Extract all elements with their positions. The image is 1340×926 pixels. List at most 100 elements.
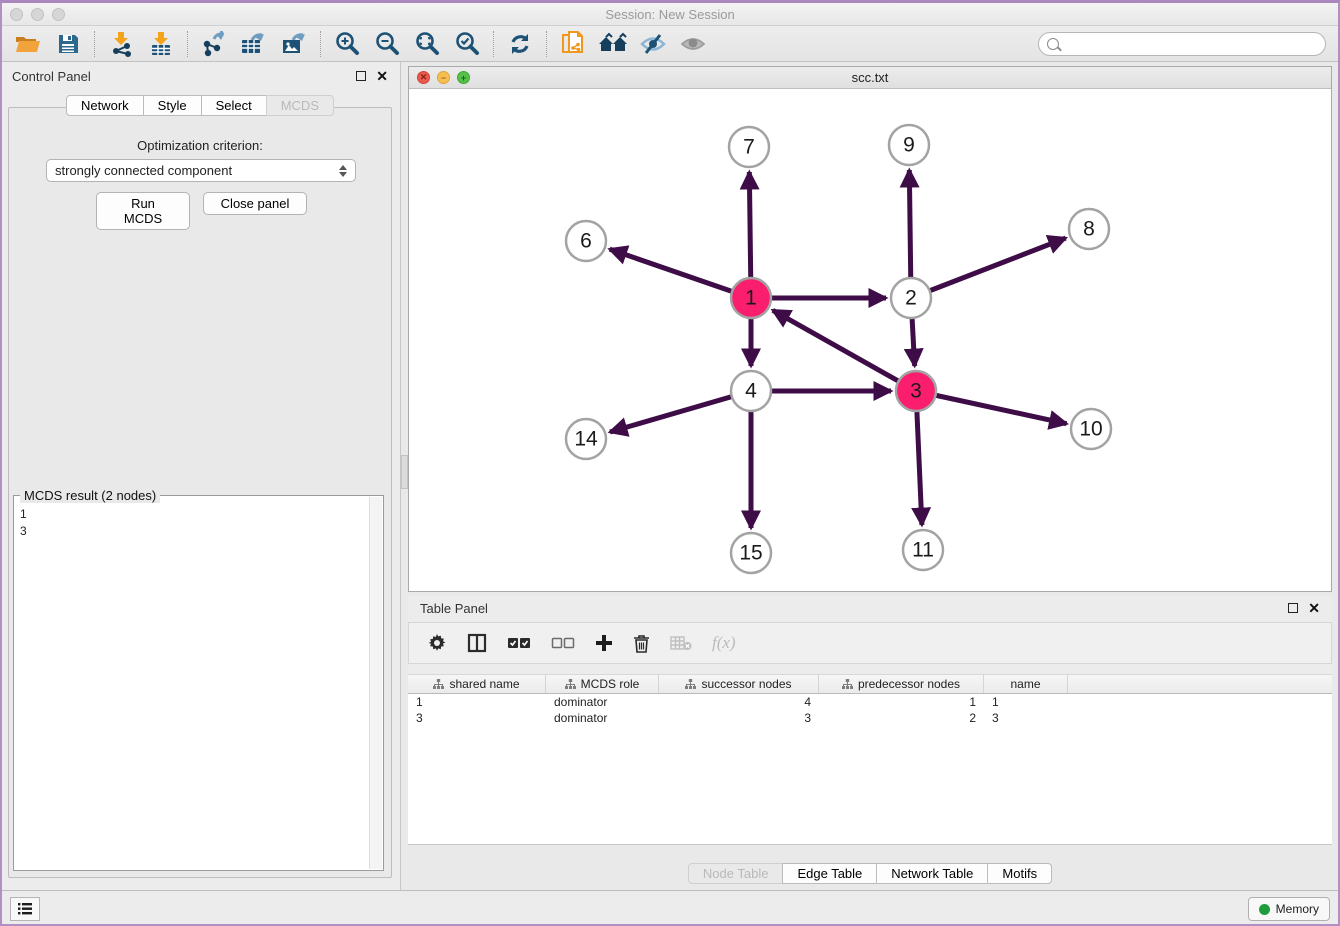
hide-panel-eye-icon[interactable]: [633, 29, 673, 59]
delete-row-trash-icon[interactable]: [633, 634, 650, 653]
table-panel-title: Table Panel: [420, 601, 1288, 616]
column-header-name[interactable]: name: [984, 675, 1068, 693]
search-box[interactable]: [1038, 32, 1326, 56]
optimization-dropdown[interactable]: strongly connected component: [46, 159, 356, 182]
table-row[interactable]: 3dominator323: [408, 710, 1332, 726]
zoom-selected-icon[interactable]: [447, 29, 487, 59]
add-row-icon[interactable]: [595, 634, 613, 652]
network-zoom-button[interactable]: +: [457, 71, 470, 84]
tab-style[interactable]: Style: [143, 95, 202, 116]
split-divider-handle[interactable]: [401, 455, 408, 489]
table-cell[interactable]: 1: [408, 695, 546, 709]
tab-network-table[interactable]: Network Table: [876, 863, 988, 884]
app-titlebar: Session: New Session: [0, 3, 1340, 26]
table-cell[interactable]: 1: [984, 695, 1068, 709]
delete-table-icon: [670, 635, 692, 651]
zoom-in-icon[interactable]: [327, 29, 367, 59]
split-columns-icon[interactable]: [467, 633, 487, 653]
optimization-label: Optimization criterion:: [9, 138, 391, 153]
chevron-updown-icon: [339, 165, 347, 177]
edge-1-6[interactable]: [610, 249, 751, 298]
network-canvas[interactable]: 7968124314101511: [409, 89, 1331, 591]
table-close-panel-icon[interactable]: ✕: [1308, 600, 1320, 617]
app-zoom-button[interactable]: [52, 8, 65, 21]
control-panel-tabs: NetworkStyleSelectMCDS: [0, 95, 400, 116]
unselect-all-columns-icon[interactable]: [551, 636, 575, 650]
close-panel-button[interactable]: Close panel: [203, 192, 307, 215]
search-icon: [1047, 38, 1059, 50]
column-header-successor-nodes[interactable]: successor nodes: [659, 675, 819, 693]
select-all-columns-icon[interactable]: [507, 636, 531, 650]
table-cell[interactable]: 3: [984, 711, 1068, 725]
app-minimize-button[interactable]: [31, 8, 44, 21]
zoom-fit-icon[interactable]: [407, 29, 447, 59]
memory-button[interactable]: Memory: [1248, 897, 1330, 921]
column-header-label: MCDS role: [581, 677, 640, 691]
table-cell[interactable]: 4: [659, 695, 819, 709]
gear-icon[interactable]: [427, 633, 447, 653]
export-network-icon[interactable]: [194, 29, 234, 59]
search-input[interactable]: [1064, 37, 1317, 51]
edge-3-10[interactable]: [916, 391, 1067, 424]
mcds-result-box: MCDS result (2 nodes) 1 3: [13, 495, 384, 871]
open-session-icon[interactable]: [8, 29, 48, 59]
zoom-out-icon[interactable]: [367, 29, 407, 59]
tab-mcds[interactable]: MCDS: [266, 95, 334, 116]
app-close-button[interactable]: [10, 8, 23, 21]
column-header-mcds-role[interactable]: MCDS role: [546, 675, 659, 693]
toolbar-separator: [94, 31, 95, 57]
table-header-row: shared name MCDS role successor nodes prede…: [408, 674, 1332, 694]
table-cell[interactable]: 2: [819, 711, 984, 725]
show-panel-eye-icon[interactable]: [673, 29, 713, 59]
refresh-icon[interactable]: [500, 29, 540, 59]
task-history-button[interactable]: [10, 897, 40, 921]
table-float-panel-icon[interactable]: [1288, 603, 1298, 613]
tab-network[interactable]: Network: [66, 95, 144, 116]
table-cell[interactable]: 3: [659, 711, 819, 725]
table-cell[interactable]: 3: [408, 711, 546, 725]
column-header-predecessor-nodes[interactable]: predecessor nodes: [819, 675, 984, 693]
run-mcds-button[interactable]: Run MCDS: [96, 192, 190, 230]
tab-motifs[interactable]: Motifs: [987, 863, 1052, 884]
network-window-titlebar[interactable]: ✕ − + scc.txt: [409, 67, 1331, 89]
dropdown-value: strongly connected component: [55, 163, 339, 178]
clone-network-icon[interactable]: [553, 29, 593, 59]
mcds-result-list: 1 3: [20, 506, 369, 868]
table-cell[interactable]: dominator: [546, 711, 659, 725]
control-panel: Control Panel ✕ NetworkStyleSelectMCDS O…: [0, 62, 401, 890]
toolbar-separator: [493, 31, 494, 57]
toolbar-separator: [546, 31, 547, 57]
column-header-shared-name[interactable]: shared name: [408, 675, 546, 693]
edge-2-8[interactable]: [911, 238, 1066, 298]
graph-node-label: 8: [1083, 218, 1095, 241]
table-cell[interactable]: 1: [819, 695, 984, 709]
export-table-icon[interactable]: [234, 29, 274, 59]
node-table: shared name MCDS role successor nodes prede…: [408, 674, 1332, 844]
tab-edge-table[interactable]: Edge Table: [782, 863, 877, 884]
column-type-icon: [842, 679, 853, 690]
graph-node-label: 15: [739, 542, 762, 565]
tab-node-table[interactable]: Node Table: [688, 863, 784, 884]
column-header-label: predecessor nodes: [858, 677, 960, 691]
import-table-icon[interactable]: [141, 29, 181, 59]
network-minimize-button[interactable]: −: [437, 71, 450, 84]
close-panel-icon[interactable]: ✕: [376, 68, 388, 85]
mcds-result-legend: MCDS result (2 nodes): [20, 488, 160, 503]
tab-select[interactable]: Select: [201, 95, 267, 116]
save-session-icon[interactable]: [48, 29, 88, 59]
column-type-icon: [433, 679, 444, 690]
edge-3-1[interactable]: [773, 310, 916, 391]
export-image-icon[interactable]: [274, 29, 314, 59]
table-body: 1dominator4113dominator323: [408, 694, 1332, 844]
home-icon[interactable]: [593, 29, 633, 59]
table-cell[interactable]: dominator: [546, 695, 659, 709]
table-footer: Node TableEdge TableNetwork TableMotifs: [408, 844, 1332, 890]
import-network-icon[interactable]: [101, 29, 141, 59]
edge-4-14[interactable]: [610, 391, 751, 432]
table-row[interactable]: 1dominator411: [408, 694, 1332, 710]
float-panel-icon[interactable]: [356, 71, 366, 81]
network-close-button[interactable]: ✕: [417, 71, 430, 84]
result-scrollbar[interactable]: [369, 497, 382, 869]
table-panel: Table Panel ✕ f(x) shared nameMCDS roles…: [408, 596, 1332, 890]
app-window-controls[interactable]: [10, 8, 65, 21]
